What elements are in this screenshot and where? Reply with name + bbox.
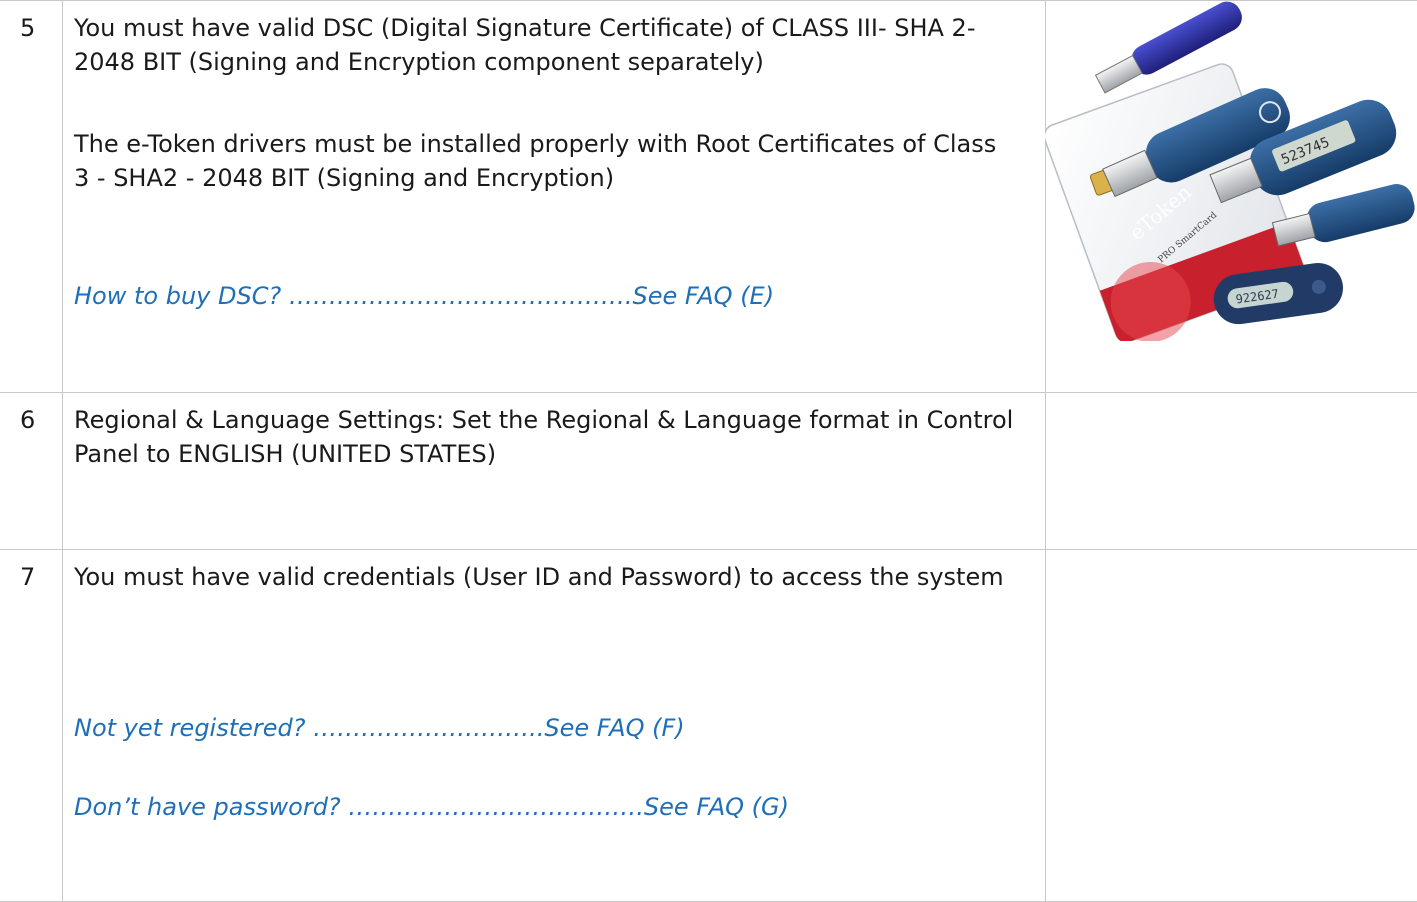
row-number: 5 [20,14,36,42]
row-number-cell: 6 [0,393,63,549]
row-content-cell: Regional & Language Settings: Set the Re… [62,393,1046,549]
requirement-text: You must have valid credentials (User ID… [74,563,1004,591]
table-row: 5 You must have valid DSC (Digital Signa… [0,0,1417,392]
row-image-cell [1045,550,1417,902]
etoken-devices-image: eToken PRO SmartCard 523745 922627 [1045,1,1415,341]
row-image-cell: eToken PRO SmartCard 523745 922627 [1045,1,1417,392]
row-number: 6 [20,406,36,434]
row-number: 7 [20,563,36,591]
faq-link-buy-dsc[interactable]: How to buy DSC? …………………………………….See FAQ (… [74,279,1015,313]
requirement-text: You must have valid DSC (Digital Signatu… [74,14,976,76]
requirement-text: Regional & Language Settings: Set the Re… [74,406,1014,468]
table-row: 7 You must have valid credentials (User … [0,549,1417,902]
row-content-cell: You must have valid credentials (User ID… [62,550,1046,902]
row-image-cell [1045,393,1417,549]
row-content-cell: You must have valid DSC (Digital Signatu… [62,1,1046,392]
faq-link-password[interactable]: Don’t have password? ……………………………….See FA… [74,790,1015,824]
table-row: 6 Regional & Language Settings: Set the … [0,392,1417,549]
row-number-cell: 7 [0,550,63,902]
faq-link-register[interactable]: Not yet registered? ………………………..See FAQ (… [74,711,1015,745]
row-number-cell: 5 [0,1,63,392]
requirement-text: The e-Token drivers must be installed pr… [74,130,997,192]
